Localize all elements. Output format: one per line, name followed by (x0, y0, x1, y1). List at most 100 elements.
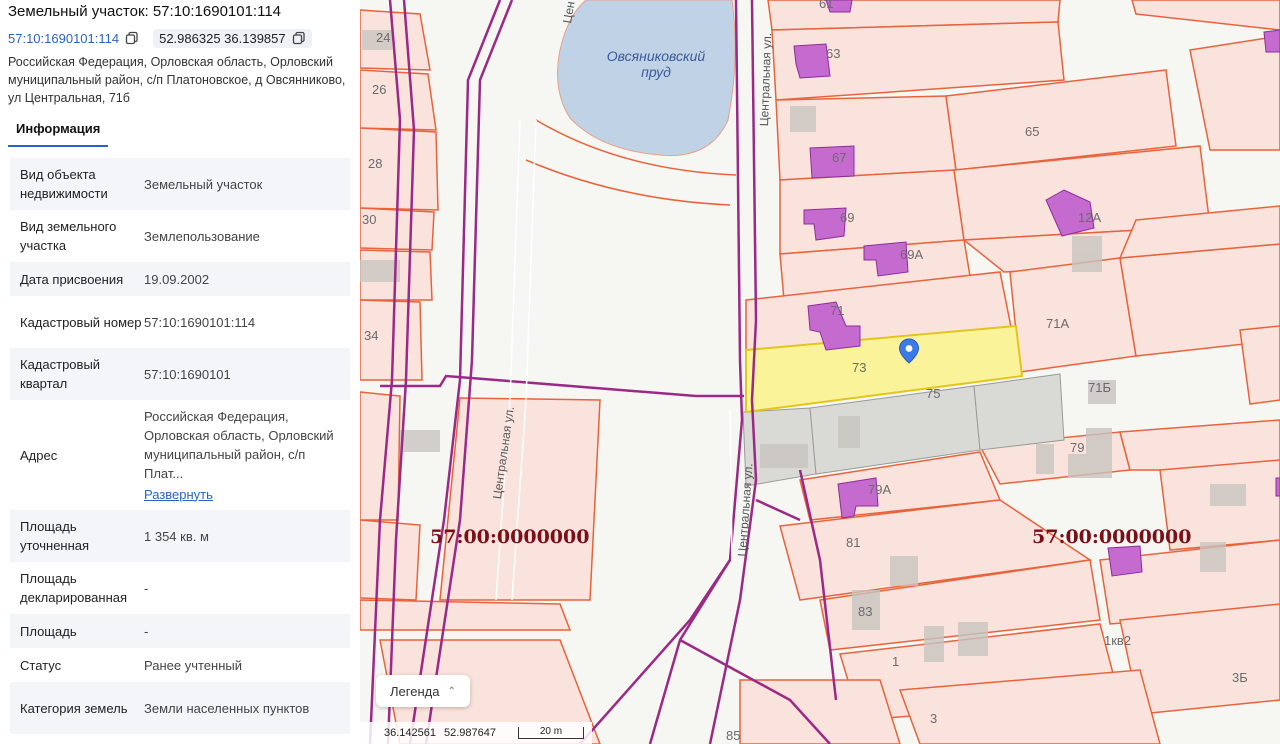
table-row: Категория земель Земли населенных пункто… (10, 682, 350, 734)
tab-bar: Информация (8, 115, 352, 147)
info-panel: Земельный участок: 57:10:1690101:114 57:… (0, 0, 360, 744)
coordinates-text: 52.986325 36.139857 (159, 30, 286, 46)
plot-number: 75 (926, 386, 941, 401)
footprint (924, 626, 944, 662)
plot-number: 71 (830, 303, 845, 318)
table-row: Дата присвоения 19.09.2002 (10, 262, 350, 296)
table-row: Кадастровый номер 57:10:1690101:114 (10, 296, 350, 348)
plot-number: 1кв2 (1104, 633, 1132, 648)
plot-outline (1009, 257, 1137, 373)
building (1263, 29, 1280, 53)
row-value: 1 354 кв. м (144, 528, 209, 544)
plot-number: 81 (846, 535, 861, 550)
cadastral-zone-label: 57:00:0000000 (1032, 526, 1192, 548)
plot-grey (973, 373, 1065, 451)
footprint (1072, 236, 1102, 272)
street-edge (729, 409, 733, 561)
plot-outline (439, 397, 601, 601)
copy-icon[interactable] (125, 31, 139, 45)
plot-outline (1239, 325, 1280, 405)
plot-number: 61 (819, 0, 834, 11)
location-pin-icon[interactable] (898, 338, 920, 364)
plot-number: 67 (832, 150, 847, 165)
legend-label: Легенда (390, 683, 440, 699)
map-canvas[interactable] (360, 0, 1280, 744)
footprint (1200, 542, 1226, 572)
cadastral-number-link[interactable]: 57:10:1690101:114 (8, 31, 119, 46)
footprint (760, 444, 808, 468)
row-value: Земли населенных пунктов (144, 700, 310, 716)
building (793, 43, 831, 79)
plot-number: 1 (892, 654, 900, 669)
plot-number: 73 (852, 360, 867, 375)
page-title: Земельный участок: 57:10:1690101:114 (8, 3, 282, 20)
pond-shore (525, 159, 731, 206)
plot-number: 69А (900, 247, 924, 262)
plot-number: 63 (826, 46, 841, 61)
row-value: Российская Федерация, Орловская область,… (144, 407, 340, 504)
row-value: Земельный участок (144, 176, 263, 192)
info-table: Вид объекта недвижимости Земельный участ… (10, 158, 350, 734)
road-line (380, 374, 744, 398)
table-row: Площадь декларированная - (10, 562, 350, 614)
tab-info[interactable]: Информация (8, 115, 109, 147)
plot-outline (1131, 0, 1280, 31)
plot-number: 79А (868, 482, 892, 497)
row-value: - (144, 623, 149, 639)
footprint (1036, 444, 1054, 474)
chevron-up-icon: ⌃ (447, 685, 456, 697)
scale-bar: 36.142561 52.987647 20 m (360, 722, 592, 744)
road-line (755, 498, 801, 522)
row-key: Статус (20, 657, 62, 673)
plot-number: 83 (858, 604, 873, 619)
plot-number: 24 (376, 30, 391, 45)
longitude-readout: 36.142561 (384, 727, 436, 739)
plot-number: 79 (1070, 440, 1085, 455)
table-row: Площадь уточненная 1 354 кв. м (10, 510, 350, 562)
plot-outline (360, 519, 421, 601)
plot-number: 3Б (1232, 670, 1248, 685)
plot-number: 12А (1078, 210, 1102, 225)
table-row: Площадь - (10, 614, 350, 648)
plot-number: 65 (1025, 124, 1040, 139)
footprint (1086, 428, 1112, 458)
row-key: Площадь (20, 623, 77, 639)
pond-name: Овсяниковский пруд (606, 48, 706, 80)
row-key: Дата присвоения (20, 271, 124, 287)
cadastral-zone-label: 57:00:0000000 (430, 526, 590, 548)
plot-number: 85 (726, 728, 741, 743)
plot-outline (360, 391, 401, 521)
row-value: Землепользование (144, 228, 260, 244)
building (1275, 477, 1280, 497)
row-key: Кадастровый номер (20, 314, 142, 330)
scale-ruler: 20 m (518, 727, 584, 739)
row-value: 19.09.2002 (144, 271, 210, 287)
plot-number: 71А (1046, 316, 1070, 331)
plot-number: 69 (840, 210, 855, 225)
table-row: Статус Ранее учтенный (10, 648, 350, 682)
legend-button[interactable]: Легенда ⌃ (376, 675, 470, 707)
address-value: Российская Федерация, Орловская область,… (144, 408, 334, 481)
row-value: 57:10:1690101:114 (144, 314, 256, 330)
table-row: Адрес Российская Федерация, Орловская об… (10, 400, 350, 510)
row-key: Площадь уточненная (20, 519, 90, 553)
row-key: Кадастровый квартал (20, 357, 101, 391)
row-key: Адрес (20, 447, 58, 463)
building (1107, 545, 1143, 577)
footprint (838, 416, 860, 448)
footprint (790, 106, 816, 132)
address-text: Российская Федерация, Орловская область,… (8, 55, 346, 105)
row-key: Вид земельного участка (20, 219, 117, 253)
plot-number: 71Б (1088, 380, 1111, 395)
expand-address-link[interactable]: Развернуть (144, 485, 340, 504)
row-value: Ранее учтенный (144, 657, 242, 673)
plot-number: 26 (372, 82, 387, 97)
footprint (890, 556, 918, 586)
footprint (1210, 484, 1246, 506)
road-line (579, 559, 732, 744)
plot-outline (1189, 35, 1280, 151)
cadastral-map[interactable]: Овсяниковский пруд Центральная ул. Центр… (360, 0, 1280, 744)
coordinates-chip[interactable]: 52.986325 36.139857 (153, 28, 312, 48)
copy-icon[interactable] (292, 31, 306, 45)
identifier-row: 57:10:1690101:114 52.986325 36.139857 (8, 28, 312, 48)
